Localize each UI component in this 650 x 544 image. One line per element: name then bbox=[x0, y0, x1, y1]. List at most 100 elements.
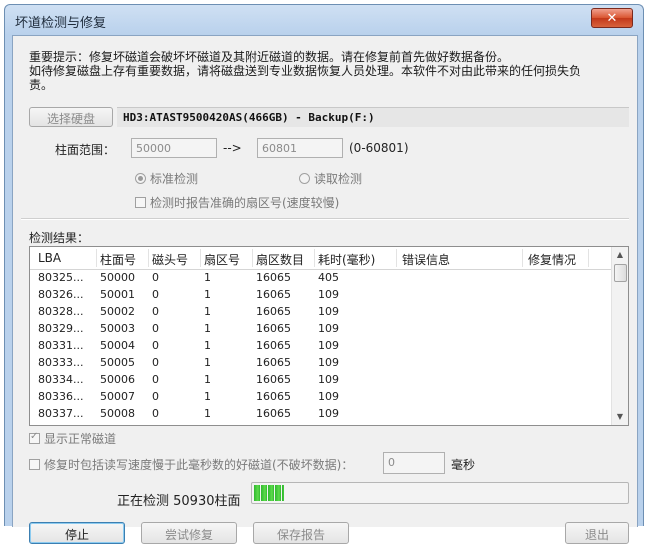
standard-check-radio[interactable] bbox=[135, 173, 146, 184]
try-repair-button[interactable]: 尝试修复 bbox=[141, 522, 237, 544]
show-normal-checkbox[interactable] bbox=[29, 431, 40, 444]
col-time[interactable]: 耗时(毫秒) bbox=[318, 251, 375, 268]
table-row[interactable]: 80333... 50005 0 1 16065 109 bbox=[30, 354, 612, 371]
col-repair[interactable]: 修复情况 bbox=[528, 251, 576, 268]
col-sector[interactable]: 扇区号 bbox=[204, 251, 240, 268]
column-divider[interactable] bbox=[96, 249, 97, 267]
cell-head: 0 bbox=[152, 271, 159, 284]
window-title: 坏道检测与修复 bbox=[15, 16, 107, 31]
cell-head: 0 bbox=[152, 373, 159, 386]
cell-sector-count: 16065 bbox=[256, 322, 291, 335]
cell-sector-count: 16065 bbox=[256, 373, 291, 386]
title-bar[interactable]: 坏道检测与修复 ✕ bbox=[5, 5, 643, 35]
cell-time: 109 bbox=[318, 373, 339, 386]
cylinder-range-label: 柱面范围： bbox=[55, 143, 116, 157]
disk-info-panel: HD3:ATAST9500420AS(466GB) - Backup(F:) bbox=[117, 107, 629, 127]
progress-fill bbox=[254, 485, 284, 501]
cell-cylinder: 50007 bbox=[100, 390, 135, 403]
read-check-radio[interactable] bbox=[299, 173, 310, 184]
column-divider[interactable] bbox=[148, 249, 149, 267]
scroll-down-icon[interactable]: ▼ bbox=[612, 409, 628, 425]
table-row[interactable]: 80337... 50008 0 1 16065 109 bbox=[30, 405, 612, 422]
cell-lba: 80333... bbox=[38, 356, 84, 369]
report-sector-checkbox[interactable] bbox=[135, 197, 146, 208]
results-table-body: 80325... 50000 0 1 16065 405 80326... 50001 0 1 16… bbox=[30, 269, 612, 422]
cell-time: 109 bbox=[318, 288, 339, 301]
separator bbox=[21, 218, 629, 220]
scroll-thumb[interactable] bbox=[614, 264, 627, 282]
column-divider[interactable] bbox=[522, 249, 523, 267]
repair-slow-checkbox[interactable] bbox=[29, 459, 40, 470]
cell-head: 0 bbox=[152, 322, 159, 335]
cell-time: 109 bbox=[318, 390, 339, 403]
col-sector-count[interactable]: 扇区数目 bbox=[256, 251, 304, 268]
cell-time: 109 bbox=[318, 356, 339, 369]
notice-line-1: 重要提示：修复坏磁道会破坏坏磁道及其附近磁道的数据。请在修复前首先做好数据备份。 bbox=[29, 50, 510, 64]
cell-head: 0 bbox=[152, 407, 159, 420]
cell-cylinder: 50004 bbox=[100, 339, 135, 352]
col-lba[interactable]: LBA bbox=[38, 251, 61, 265]
cell-time: 109 bbox=[318, 322, 339, 335]
cell-head: 0 bbox=[152, 356, 159, 369]
stop-button[interactable]: 停止 bbox=[29, 522, 125, 544]
column-divider[interactable] bbox=[252, 249, 253, 267]
cylinder-end-input[interactable]: 60801 bbox=[257, 138, 343, 158]
results-label: 检测结果： bbox=[29, 231, 90, 245]
cell-lba: 80325... bbox=[38, 271, 84, 284]
scan-progress-bar bbox=[251, 482, 629, 504]
results-scrollbar[interactable]: ▲ ▼ bbox=[611, 247, 628, 425]
close-button[interactable]: ✕ bbox=[591, 8, 633, 28]
cell-cylinder: 50002 bbox=[100, 305, 135, 318]
cell-head: 0 bbox=[152, 390, 159, 403]
cell-sector-count: 16065 bbox=[256, 305, 291, 318]
cell-time: 109 bbox=[318, 305, 339, 318]
cell-lba: 80334... bbox=[38, 373, 84, 386]
report-sector-label: 检测时报告准确的扇区号(速度较慢) bbox=[150, 196, 340, 210]
cylinder-start-input[interactable]: 50000 bbox=[131, 138, 217, 158]
table-row[interactable]: 80336... 50007 0 1 16065 109 bbox=[30, 388, 612, 405]
cylinder-range-hint: (0-60801) bbox=[349, 141, 409, 155]
results-table[interactable]: LBA 柱面号 磁头号 扇区号 扇区数目 耗时(毫秒) 错误信息 修复情况 80… bbox=[29, 246, 629, 426]
disk-info-text: HD3:ATAST9500420AS(466GB) - Backup(F:) bbox=[123, 111, 375, 124]
cell-sector: 1 bbox=[204, 356, 211, 369]
save-report-button[interactable]: 保存报告 bbox=[253, 522, 349, 544]
table-row[interactable]: 80329... 50003 0 1 16065 109 bbox=[30, 320, 612, 337]
cell-cylinder: 50003 bbox=[100, 322, 135, 335]
cell-sector: 1 bbox=[204, 390, 211, 403]
cell-lba: 80328... bbox=[38, 305, 84, 318]
cell-sector-count: 16065 bbox=[256, 356, 291, 369]
col-error[interactable]: 错误信息 bbox=[402, 251, 450, 268]
read-check-label: 读取检测 bbox=[314, 172, 363, 186]
ms-unit-label: 毫秒 bbox=[451, 458, 476, 472]
notice-line-3: 责。 bbox=[29, 78, 54, 92]
column-divider[interactable] bbox=[314, 249, 315, 267]
cell-sector-count: 16065 bbox=[256, 407, 291, 420]
cell-head: 0 bbox=[152, 305, 159, 318]
progress-status: 正在检测 50930柱面 bbox=[117, 494, 241, 509]
repair-slow-label: 修复时包括读写速度慢于此毫秒数的好磁道(不破坏数据)： bbox=[44, 458, 354, 472]
cell-sector: 1 bbox=[204, 305, 211, 318]
select-disk-button[interactable]: 选择硬盘 bbox=[29, 107, 113, 127]
cell-time: 109 bbox=[318, 407, 339, 420]
exit-button[interactable]: 退出 bbox=[565, 522, 629, 544]
column-divider[interactable] bbox=[588, 249, 589, 267]
slow-ms-input[interactable]: 0 bbox=[383, 452, 445, 474]
table-row[interactable]: 80331... 50004 0 1 16065 109 bbox=[30, 337, 612, 354]
cell-sector: 1 bbox=[204, 322, 211, 335]
notice-line-2: 如待修复磁盘上存有重要数据，请将磁盘送到专业数据恢复人员处理。本软件不对由此带来… bbox=[29, 64, 582, 78]
col-head[interactable]: 磁头号 bbox=[152, 251, 188, 268]
scroll-up-icon[interactable]: ▲ bbox=[612, 247, 628, 263]
cell-cylinder: 50001 bbox=[100, 288, 135, 301]
table-row[interactable]: 80328... 50002 0 1 16065 109 bbox=[30, 303, 612, 320]
column-divider[interactable] bbox=[396, 249, 397, 267]
table-row[interactable]: 80334... 50006 0 1 16065 109 bbox=[30, 371, 612, 388]
cell-time: 109 bbox=[318, 339, 339, 352]
cell-sector-count: 16065 bbox=[256, 390, 291, 403]
warning-notice: 重要提示：修复坏磁道会破坏坏磁道及其附近磁道的数据。请在修复前首先做好数据备份。… bbox=[29, 50, 629, 92]
column-divider[interactable] bbox=[200, 249, 201, 267]
cell-sector: 1 bbox=[204, 407, 211, 420]
col-cylinder[interactable]: 柱面号 bbox=[100, 251, 136, 268]
cell-cylinder: 50005 bbox=[100, 356, 135, 369]
table-row[interactable]: 80325... 50000 0 1 16065 405 bbox=[30, 269, 612, 286]
table-row[interactable]: 80326... 50001 0 1 16065 109 bbox=[30, 286, 612, 303]
